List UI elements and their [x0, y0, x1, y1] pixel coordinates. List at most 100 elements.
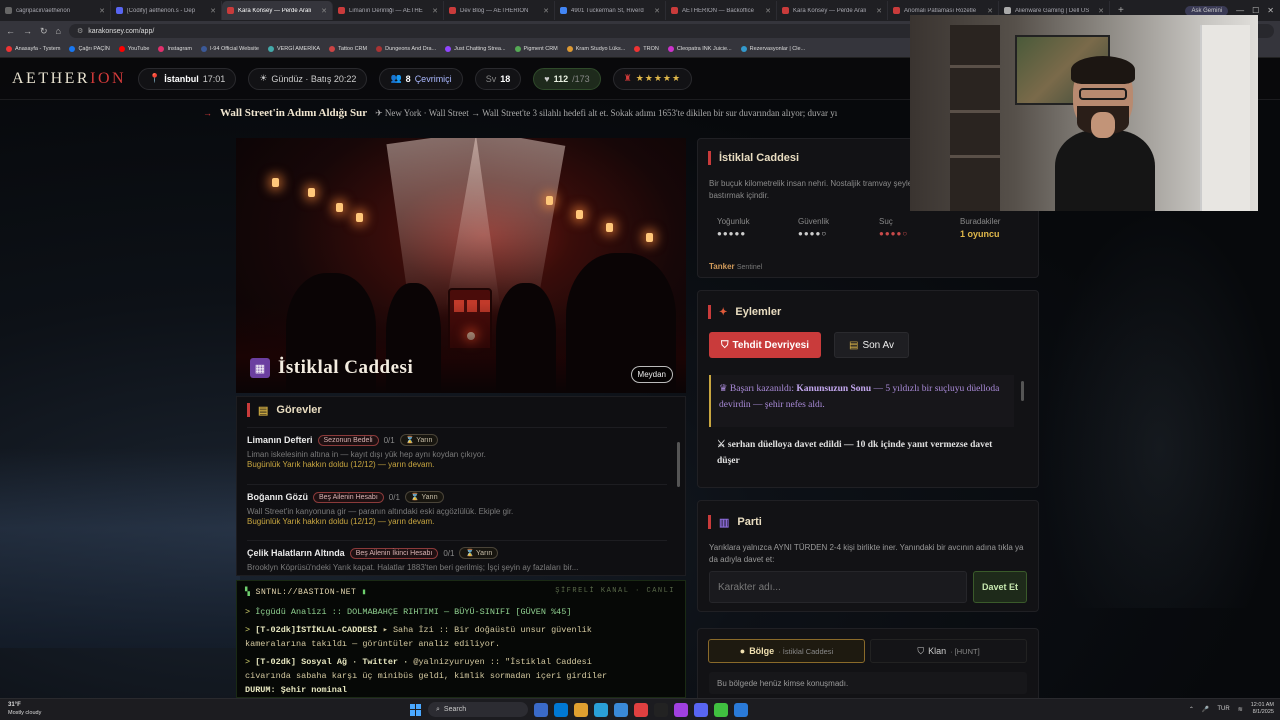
tab-favicon-icon	[560, 7, 567, 14]
app-icon[interactable]	[594, 702, 608, 717]
bookmark-item[interactable]: Rezervasyonlar | Cle...	[740, 46, 806, 52]
last-hunt-button[interactable]: ▤ Son Av	[834, 332, 909, 358]
close-tab-icon[interactable]: ✕	[543, 7, 549, 15]
log-scrollbar[interactable]	[1021, 381, 1024, 401]
close-window-icon[interactable]: ✕	[1267, 6, 1274, 15]
home-icon[interactable]: ⌂	[56, 26, 61, 36]
bookmark-item[interactable]: Instagram	[158, 46, 192, 52]
tab-title: Alienware Gaming | Dell US	[1015, 7, 1090, 14]
minimize-icon[interactable]: —	[1236, 6, 1244, 15]
windows-start-icon[interactable]	[410, 703, 422, 716]
close-tab-icon[interactable]: ✕	[1098, 7, 1104, 15]
quest-header: Çelik Halatların Altında Beş Ailenin İkin…	[247, 547, 667, 559]
bookmark-label: Cleopatra INK Juicie...	[676, 46, 732, 52]
close-tab-icon[interactable]: ✕	[765, 7, 771, 15]
tab-favicon-icon	[782, 7, 789, 14]
close-tab-icon[interactable]: ✕	[432, 7, 438, 15]
threat-patrol-button[interactable]: ⛉ Tehdit Devriyesi	[709, 332, 822, 358]
store-icon[interactable]	[614, 702, 628, 717]
quest-item[interactable]: Limanın Defteri Sezonun Bedeli 0/1 ⌛ Yarın L…	[247, 427, 667, 469]
bookmark-item[interactable]: VERGİ AMERİKA	[267, 46, 320, 52]
bookmark-item[interactable]: Just Chatting Strea...	[445, 46, 506, 52]
weather-widget[interactable]: 31°F Mostly cloudy	[8, 701, 41, 717]
quests-scrollbar[interactable]	[677, 442, 680, 487]
street-lamp	[576, 210, 583, 219]
chrome-icon[interactable]	[634, 702, 648, 717]
quest-item[interactable]: Boğanın Gözü Beş Ailenin Hesabı 0/1 ⌛ Yarın…	[247, 484, 667, 526]
maximize-icon[interactable]: ☐	[1252, 6, 1259, 15]
quests-heading: ▤ Görevler	[247, 403, 322, 417]
bookmark-item[interactable]: I-94 Official Website	[200, 46, 259, 52]
badge-icon: ♜	[623, 73, 632, 83]
close-tab-icon[interactable]: ✕	[987, 7, 993, 15]
wifi-icon[interactable]: ≋	[1238, 706, 1243, 713]
room-door	[1200, 25, 1250, 211]
browser-tab[interactable]: Limanın Derinliği — AETHE ✕	[333, 1, 444, 20]
bookmark-item[interactable]: YouTube	[118, 46, 149, 52]
system-clock[interactable]: 12:01 AM 8/1/2025	[1251, 702, 1274, 716]
app-icon[interactable]	[734, 702, 748, 717]
close-tab-icon[interactable]: ✕	[321, 7, 327, 15]
app-icon[interactable]	[714, 702, 728, 717]
app-icon[interactable]	[674, 702, 688, 717]
faction-label: Tanker Sentinel	[709, 262, 763, 271]
bookmark-item[interactable]: TRON	[634, 46, 659, 52]
trophy-icon: ♛	[719, 384, 728, 394]
discord-icon[interactable]	[694, 702, 708, 717]
character-name-input[interactable]	[709, 571, 967, 603]
taskbar-search[interactable]: ⌕ Search	[428, 702, 528, 717]
mic-icon[interactable]: 🎤	[1202, 706, 1209, 713]
quest-limit-warning: Bugünlük Yarık hakkın doldu (12/12) — ya…	[247, 517, 435, 526]
browser-tab[interactable]: Kara Konsey — Perde Aralı ✕	[222, 1, 333, 20]
quest-ticker[interactable]: → Wall Street'in Adımı Aldığı Sur ✈ New …	[195, 102, 915, 124]
bookmark-item[interactable]: Dungeons And Dra...	[376, 46, 436, 52]
quest-status-badge: ⌛ Yarın	[404, 491, 444, 503]
terminal-icon[interactable]	[654, 702, 668, 717]
task-view-icon[interactable]	[534, 702, 548, 717]
bookmark-label: Just Chatting Strea...	[454, 46, 506, 52]
chevron-up-icon[interactable]: ⌃	[1189, 706, 1194, 713]
city-time-pill[interactable]: 📍 İstanbul 17:01	[138, 67, 237, 90]
bookmark-item[interactable]: Anasayfa - Tystem	[6, 46, 60, 52]
invite-button[interactable]: Davet Et	[973, 571, 1027, 603]
browser-tab[interactable]: Kara Konsey — Perde Aralı ✕	[777, 1, 888, 20]
site-info-icon[interactable]: ⚙	[77, 27, 83, 35]
browser-tab[interactable]: 4901 Tuckerman St, Riverd ✕	[555, 1, 666, 20]
bookmark-label: Rezervasyonlar | Cle...	[749, 46, 806, 52]
bookmark-favicon-icon	[566, 46, 573, 52]
close-tab-icon[interactable]: ✕	[654, 7, 660, 15]
file-explorer-icon[interactable]	[574, 702, 588, 717]
tab-title: [Codify] aetherion.s - Dep	[127, 7, 196, 14]
bookmark-item[interactable]: Cleopatra INK Juicie...	[667, 46, 732, 52]
language-indicator[interactable]: TUR	[1217, 706, 1229, 712]
online-count-pill[interactable]: 👥 8 Çevrimiçi	[379, 67, 463, 90]
browser-tab[interactable]: [Codify] aetherion.s - Dep ✕	[111, 1, 222, 20]
bookmark-item[interactable]: Çağrı PAÇİN	[69, 46, 110, 52]
crowd-silhouette	[496, 283, 556, 393]
forward-icon[interactable]: →	[23, 26, 32, 36]
daylight-pill: ☀ Gündüz · Batış 20:22	[248, 67, 368, 90]
quest-item[interactable]: Çelik Halatların Altında Beş Ailenin İkin…	[247, 540, 667, 572]
reload-icon[interactable]: ↻	[40, 26, 48, 37]
prompt-symbol: >	[245, 625, 256, 635]
tab-title: Limanın Derinliği — AETHE	[349, 7, 423, 14]
close-tab-icon[interactable]: ✕	[99, 7, 105, 15]
tab-clan-chat[interactable]: ⛉ Klan · [HUNT]	[870, 639, 1027, 663]
browser-tab[interactable]: Dev Blog — AETHERION ✕	[444, 1, 555, 20]
stat-density: Yoğunluk ●●●●●	[717, 217, 750, 238]
taskbar-apps: ⌕ Search	[410, 702, 748, 717]
browser-tab[interactable]: AETHERION — Backoffice ✕	[666, 1, 777, 20]
tab-region-chat[interactable]: ● Bölge · İstiklal Caddesi	[708, 639, 865, 663]
edge-icon[interactable]	[554, 702, 568, 717]
browser-tab[interactable]: cagripacin/aetherion ✕	[0, 1, 111, 20]
bookmark-item[interactable]: Kram Studyo Lüks...	[566, 46, 625, 52]
close-tab-icon[interactable]: ✕	[876, 7, 882, 15]
bookmark-item[interactable]: Tattoo CRM	[329, 46, 367, 52]
back-icon[interactable]: ←	[6, 26, 15, 36]
close-tab-icon[interactable]: ✕	[210, 7, 216, 15]
ask-gemini-button[interactable]: Ask Gemini	[1185, 5, 1229, 16]
aetherion-logo[interactable]: AETHERION	[12, 70, 126, 88]
bookmark-favicon-icon	[376, 46, 383, 52]
bookmark-item[interactable]: Pigment CRM	[514, 46, 558, 52]
bookmark-label: Anasayfa - Tystem	[15, 46, 61, 52]
